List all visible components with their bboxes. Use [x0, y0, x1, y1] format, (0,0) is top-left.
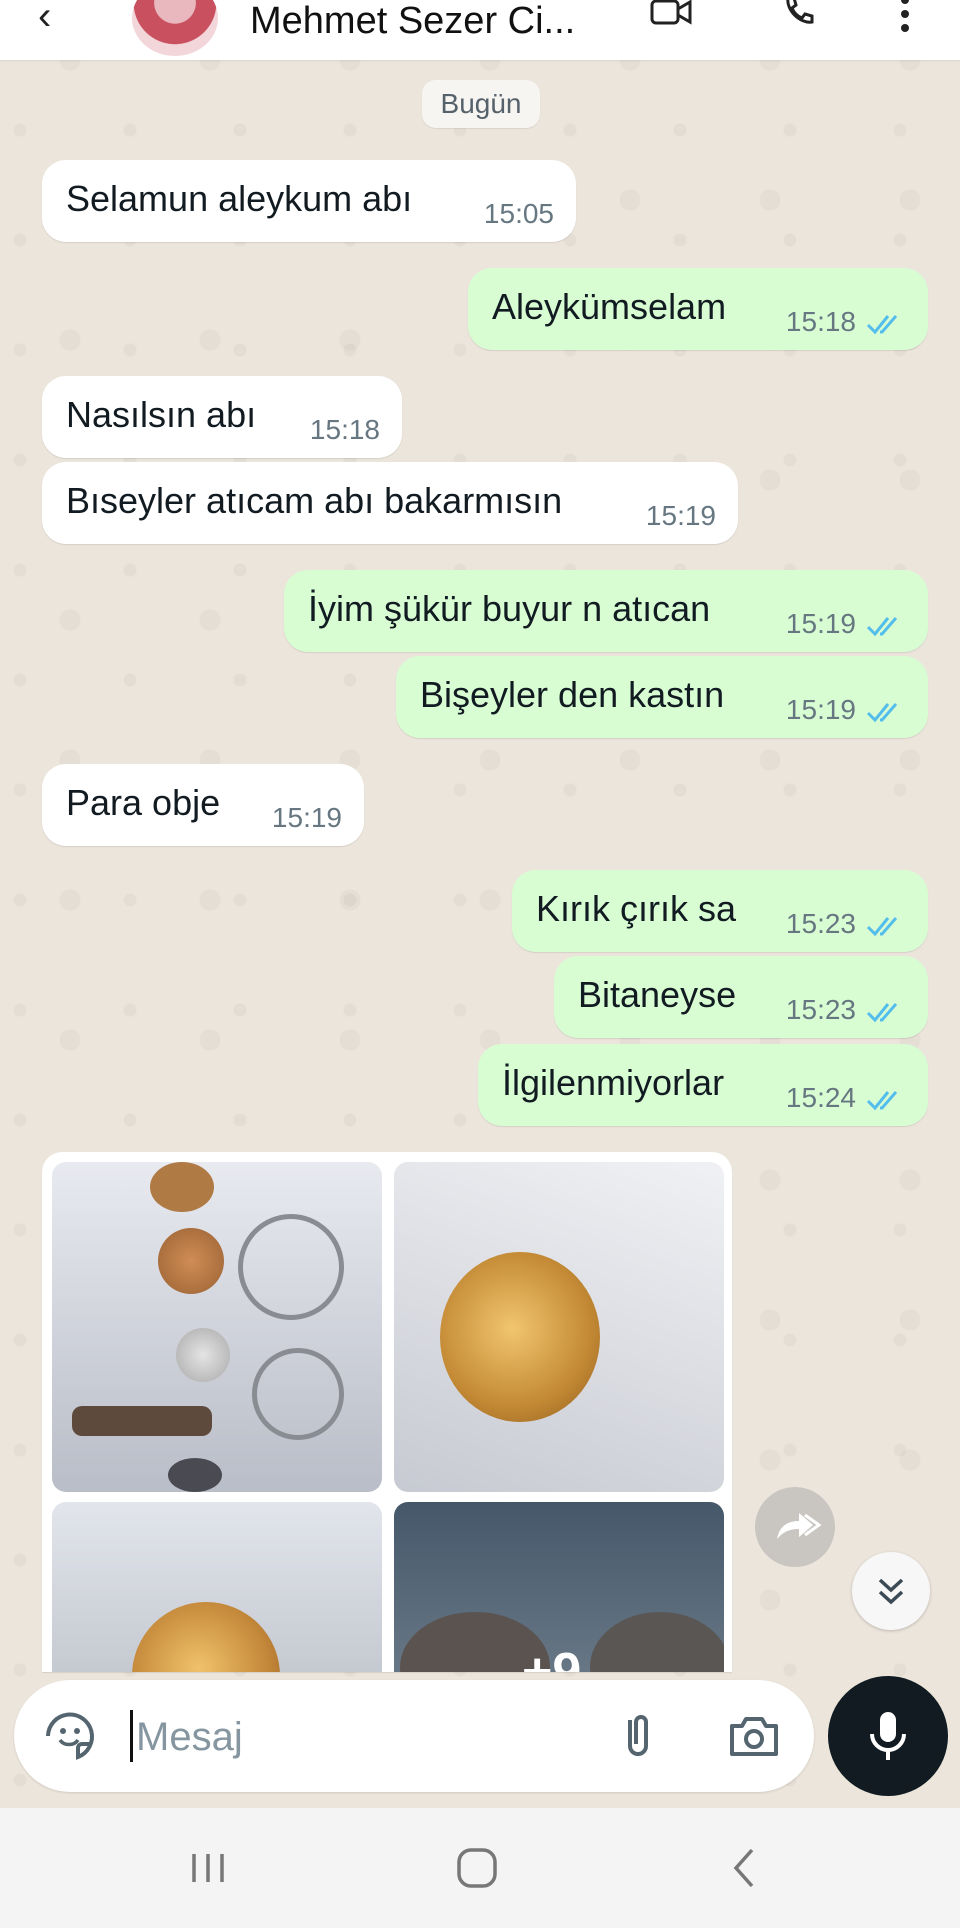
message-text: Bitaneyse [578, 974, 737, 1015]
message-time: 15:18 [309, 414, 380, 445]
text-cursor [130, 1710, 133, 1762]
message-outgoing[interactable]: Kırık çırık sa 15:23 [512, 870, 928, 952]
message-composer [14, 1680, 814, 1792]
message-text: Bıseyler atıcam abı bakarmısın [66, 480, 563, 521]
read-receipt-icon [866, 1091, 898, 1111]
message-text: İlgilenmiyorlar [502, 1062, 725, 1103]
message-time: 15:19 [271, 802, 342, 833]
read-receipt-icon [866, 703, 898, 723]
message-text: Selamun aleykum abı [66, 178, 413, 219]
message-incoming[interactable]: Selamun aleykum abı 15:05 [42, 160, 576, 242]
message-time: 15:05 [483, 198, 554, 229]
message-time: 15:19 [785, 694, 856, 725]
message-time: 15:23 [785, 994, 856, 1025]
system-navigation-bar [0, 1808, 960, 1928]
photo-gold-coin[interactable] [394, 1162, 724, 1492]
mic-icon [870, 1712, 906, 1760]
photo-gold-coin-2[interactable] [52, 1502, 382, 1672]
message-time: 15:23 [785, 908, 856, 939]
message-outgoing[interactable]: Aleykümselam 15:18 [468, 268, 928, 350]
call-icon[interactable] [782, 0, 816, 38]
read-receipt-icon [866, 617, 898, 637]
chat-header: ‹ Mehmet Sezer Ci... [0, 0, 960, 60]
message-outgoing[interactable]: Bitaneyse 15:23 [554, 956, 928, 1038]
back-arrow-icon[interactable]: ‹ [38, 0, 51, 39]
message-text: Aleykümselam [492, 286, 727, 327]
scroll-down-icon [878, 1578, 904, 1605]
scroll-to-bottom-button[interactable] [852, 1552, 930, 1630]
attach-icon[interactable] [608, 1706, 668, 1766]
message-incoming[interactable]: Nasılsın abı 15:18 [42, 376, 402, 458]
video-call-icon[interactable] [650, 0, 692, 37]
forward-button[interactable] [755, 1487, 835, 1567]
read-receipt-icon [866, 1003, 898, 1023]
message-time: 15:24 [785, 1082, 856, 1113]
read-receipt-icon [866, 917, 898, 937]
photo-coins-and-rings[interactable] [52, 1162, 382, 1492]
message-text: Bişeyler den kastın [420, 674, 725, 715]
contact-avatar[interactable] [132, 0, 218, 56]
sticker-icon[interactable] [42, 1708, 98, 1764]
message-outgoing[interactable]: Bişeyler den kastın 15:19 [396, 656, 928, 738]
message-incoming[interactable]: Para obje 15:19 [42, 764, 364, 846]
more-icon[interactable] [900, 0, 910, 44]
message-text: İyim şükür buyur n atıcan [308, 588, 711, 629]
media-more-count: +9 [522, 1643, 582, 1672]
message-time: 15:19 [645, 500, 716, 531]
voice-message-button[interactable] [828, 1676, 948, 1796]
date-chip: Bugün [422, 80, 540, 128]
forward-icon [777, 1513, 822, 1539]
read-receipt-icon [866, 315, 898, 335]
message-outgoing[interactable]: İlgilenmiyorlar 15:24 [478, 1044, 928, 1126]
message-time: 15:18 [785, 306, 856, 337]
message-incoming[interactable]: Bıseyler atıcam abı bakarmısın 15:19 [42, 462, 738, 544]
recents-icon[interactable] [168, 1838, 248, 1898]
message-input[interactable] [134, 1702, 618, 1772]
media-album[interactable]: +9 [42, 1152, 732, 1672]
message-outgoing[interactable]: İyim şükür buyur n atıcan 15:19 [284, 570, 928, 652]
message-time: 15:19 [785, 608, 856, 639]
camera-icon[interactable] [724, 1706, 784, 1766]
back-icon[interactable] [706, 1838, 786, 1898]
message-text: Kırık çırık sa [536, 888, 737, 929]
message-text: Nasılsın abı [66, 394, 257, 435]
contact-name[interactable]: Mehmet Sezer Ci... [250, 0, 575, 43]
message-text: Para obje [66, 782, 221, 823]
home-icon[interactable] [437, 1838, 517, 1898]
